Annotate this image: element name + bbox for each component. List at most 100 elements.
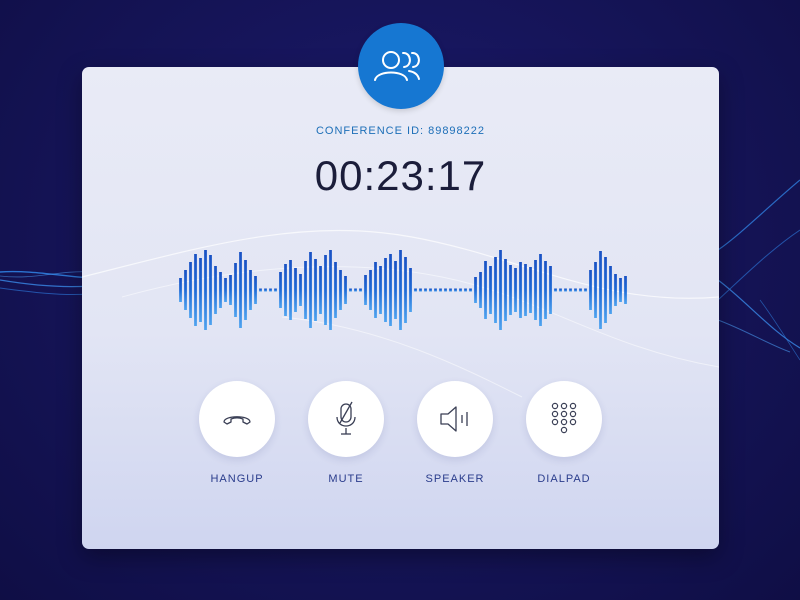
waveform-bar xyxy=(459,288,462,292)
waveform-bar xyxy=(559,288,562,292)
waveform-bar xyxy=(259,288,262,292)
phone-handset-icon xyxy=(223,416,251,425)
waveform-bar xyxy=(599,251,602,329)
waveform-bar xyxy=(434,288,437,292)
waveform-bar xyxy=(479,272,482,308)
waveform-bar xyxy=(369,270,372,310)
waveform-bar xyxy=(384,258,387,322)
dialpad-icon xyxy=(551,402,577,434)
waveform-bar xyxy=(619,278,622,302)
waveform-bar xyxy=(364,275,367,305)
waveform-bar xyxy=(229,275,232,305)
audio-waveform xyxy=(179,250,627,330)
waveform-bar xyxy=(604,257,607,323)
waveform-bar xyxy=(484,261,487,319)
hangup-circle[interactable] xyxy=(199,381,275,457)
dialpad-circle[interactable] xyxy=(526,381,602,457)
waveform-bar xyxy=(294,268,297,312)
waveform-bar xyxy=(429,288,432,292)
waveform-bar xyxy=(194,254,197,326)
waveform-bar xyxy=(284,264,287,316)
microphone-muted-icon xyxy=(336,401,356,435)
waveform-bar xyxy=(264,288,267,292)
waveform-bar xyxy=(239,252,242,328)
conference-id: CONFERENCE ID: 89898222 xyxy=(82,125,719,137)
waveform-bar xyxy=(379,266,382,314)
waveform-bar xyxy=(474,277,477,303)
waveform-bar xyxy=(374,262,377,318)
waveform-bar xyxy=(214,266,217,314)
waveform-bar xyxy=(209,255,212,325)
speaker-label: SPEAKER xyxy=(425,473,485,485)
waveform-bar xyxy=(424,288,427,292)
waveform-bar xyxy=(539,254,542,326)
waveform-bar xyxy=(444,288,447,292)
conference-id-value: 89898222 xyxy=(428,125,486,137)
speaker-button[interactable]: SPEAKER xyxy=(417,381,493,485)
waveform-bar xyxy=(489,266,492,314)
waveform-bar xyxy=(624,276,627,304)
hangup-button[interactable]: HANGUP xyxy=(199,381,275,485)
waveform-bar xyxy=(199,258,202,322)
waveform-bar xyxy=(234,263,237,317)
waveform-bar xyxy=(409,268,412,312)
waveform-bar xyxy=(514,268,517,312)
waveform-bar xyxy=(549,266,552,314)
waveform-bar xyxy=(589,270,592,310)
waveform-bar xyxy=(314,259,317,321)
waveform-bar xyxy=(184,270,187,310)
call-timer: 00:23:17 xyxy=(314,152,487,199)
waveform-bar xyxy=(204,250,207,330)
waveform-bar xyxy=(219,272,222,308)
waveform-bar xyxy=(509,265,512,315)
waveform-bar xyxy=(469,288,472,292)
waveform-bar xyxy=(359,288,362,292)
waveform-bar xyxy=(299,274,302,306)
call-controls: HANGUP MUTE SPEAKER DIALPAD xyxy=(0,381,800,491)
mute-button[interactable]: MUTE xyxy=(308,381,384,485)
waveform-bar xyxy=(339,270,342,310)
waveform-bar xyxy=(399,250,402,330)
waveform-bar xyxy=(354,288,357,292)
waveform-bar xyxy=(569,288,572,292)
mute-circle[interactable] xyxy=(308,381,384,457)
waveform-bar xyxy=(274,288,277,292)
waveform-bar xyxy=(519,262,522,318)
waveform-bar xyxy=(464,288,467,292)
waveform-bar xyxy=(349,288,352,292)
waveform-bar xyxy=(324,255,327,325)
waveform-bar xyxy=(254,276,257,304)
waveform-bar xyxy=(499,250,502,330)
waveform-bar xyxy=(614,274,617,306)
conference-users-icon xyxy=(374,51,420,81)
waveform-bars xyxy=(179,250,627,330)
waveform-bar xyxy=(579,288,582,292)
waveform-bar xyxy=(289,260,292,320)
waveform-bar xyxy=(554,288,557,292)
hangup-label: HANGUP xyxy=(210,473,264,485)
speaker-icon xyxy=(440,406,468,432)
waveform-bar xyxy=(244,260,247,320)
waveform-bar xyxy=(564,288,567,292)
waveform-bar xyxy=(189,262,192,318)
waveform-bar xyxy=(269,288,272,292)
mute-label: MUTE xyxy=(328,473,364,485)
waveform-bar xyxy=(249,270,252,310)
speaker-circle[interactable] xyxy=(417,381,493,457)
waveform-bar xyxy=(389,254,392,326)
waveform-bar xyxy=(334,262,337,318)
waveform-bar xyxy=(419,288,422,292)
dialpad-button[interactable]: DIALPAD xyxy=(526,381,602,485)
waveform-bar xyxy=(329,250,332,330)
waveform-bar xyxy=(529,267,532,313)
waveform-bar xyxy=(449,288,452,292)
waveform-bar xyxy=(584,288,587,292)
dialpad-label: DIALPAD xyxy=(537,473,591,485)
waveform-bar xyxy=(304,261,307,319)
waveform-bar xyxy=(439,288,442,292)
waveform-bar xyxy=(454,288,457,292)
waveform-bar xyxy=(609,266,612,314)
waveform-bar xyxy=(309,252,312,328)
waveform-bar xyxy=(494,257,497,323)
waveform-bar xyxy=(179,278,182,302)
